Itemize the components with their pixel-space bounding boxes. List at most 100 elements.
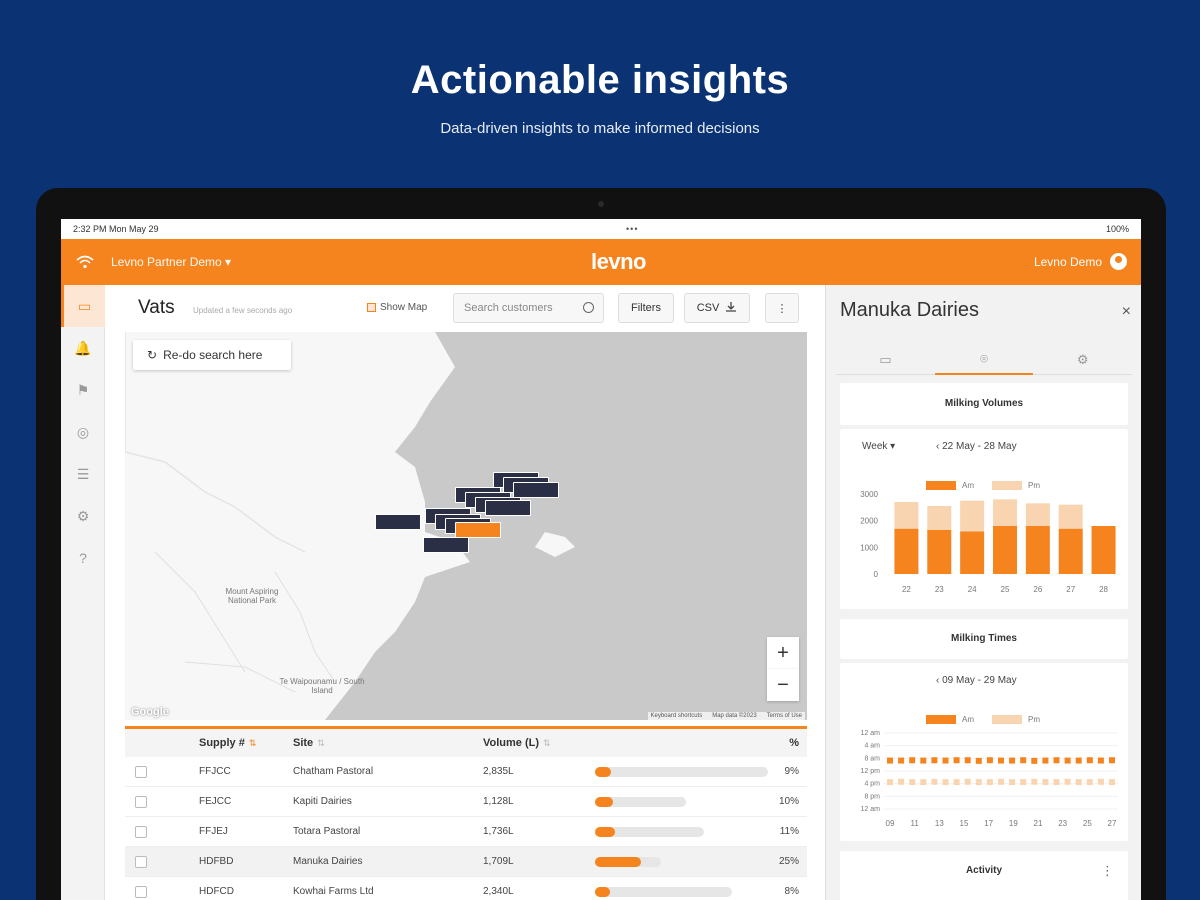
x-tick-label: 26 [1033, 585, 1042, 594]
user-menu[interactable]: Levno Demo [1034, 253, 1127, 270]
sidebar-item-list[interactable]: ☰ [61, 453, 105, 495]
time-point-am [1064, 757, 1071, 764]
x-tick-label: 25 [1001, 585, 1010, 594]
time-point-pm [909, 779, 916, 786]
tab-settings[interactable]: ⚙ [1033, 345, 1133, 375]
map-marker[interactable] [455, 522, 501, 538]
close-icon[interactable]: × [1122, 303, 1131, 321]
time-point-am [1109, 757, 1115, 764]
volume-bar-fill [595, 826, 615, 837]
search-input[interactable]: Search customers [453, 293, 604, 323]
x-tick-label: 27 [1066, 585, 1075, 594]
settings-tab-icon: ⚙ [1076, 351, 1089, 367]
sidebar-item-flag[interactable]: ⚑ [61, 369, 105, 411]
terms-link[interactable]: Terms of Use [767, 713, 802, 719]
table-row[interactable]: HDFBD Manuka Dairies 1,709L 25% [125, 847, 807, 877]
time-point-am [964, 757, 971, 764]
table-row[interactable]: HDFCD Kowhai Farms Ltd 2,340L 8% [125, 877, 807, 900]
supply-cell: FFJEJ [199, 826, 228, 837]
keyboard-shortcuts-link[interactable]: Keyboard shortcuts [651, 713, 703, 719]
vat-tab-icon: ▭ [879, 351, 892, 367]
sidebar-item-help[interactable]: ? [61, 537, 105, 579]
table-body: FFJCC Chatham Pastoral 2,835L 9% FEJCC K… [125, 757, 807, 900]
time-point-am [998, 757, 1004, 764]
volumes-chart: 3000 2000 1000 0 22 23 24 25 26 27 28 [860, 490, 1116, 594]
status-time: 2:32 PM Mon May 29 [73, 224, 159, 234]
time-point-pm [920, 779, 927, 786]
map-marker[interactable] [375, 514, 421, 530]
map-marker[interactable] [513, 482, 559, 498]
x-tick-label: 28 [1099, 585, 1108, 594]
volumes-title: Milking Volumes [944, 398, 1024, 409]
bar-pm [960, 500, 985, 532]
help-icon: ? [79, 550, 87, 566]
table-header: Supply # ⇅ Site ⇅ Volume (L) ⇅ % [125, 729, 807, 757]
row-checkbox[interactable] [135, 795, 147, 808]
x-tick-label: 19 [1009, 819, 1018, 828]
download-icon [725, 301, 737, 316]
y-tick-label: 1000 [860, 543, 878, 552]
time-point-am [942, 757, 949, 764]
sidebar-item-target[interactable]: ◎ [61, 411, 105, 453]
show-map-toggle[interactable]: Show Map [367, 302, 427, 313]
x-tick-label: 23 [935, 585, 944, 594]
zoom-in-button[interactable]: + [767, 637, 799, 669]
row-checkbox[interactable] [135, 885, 147, 898]
map-marker[interactable] [423, 537, 469, 553]
site-cell: Totara Pastoral [293, 826, 361, 837]
tab-location[interactable]: ⌾ [934, 345, 1034, 375]
panel-title: Manuka Dairies [840, 299, 979, 321]
row-checkbox[interactable] [135, 825, 147, 838]
activity-more-button[interactable]: ⋮ [1101, 863, 1114, 879]
time-point-pm [986, 779, 993, 786]
x-tick-label: 15 [960, 819, 969, 828]
volumes-card: Week ▾ ‹ 22 May - 28 May Am Pm 3000 2000 1… [840, 429, 1128, 609]
sidebar-item-settings[interactable]: ⚙ [61, 495, 105, 537]
multitask-dots[interactable]: ••• [626, 224, 638, 234]
settings-icon: ⚙ [76, 507, 90, 524]
time-point-am [1042, 757, 1049, 764]
pct-cell: 9% [784, 766, 799, 777]
csv-button[interactable]: CSV [684, 293, 750, 323]
more-options-button[interactable]: ⋮ [765, 293, 799, 323]
time-point-am [898, 757, 905, 764]
time-point-am [909, 757, 916, 764]
table-row[interactable]: FFJCC Chatham Pastoral 2,835L 9% [125, 757, 807, 787]
filters-button[interactable]: Filters [618, 293, 674, 323]
zoom-out-button[interactable]: − [767, 669, 799, 701]
col-supply[interactable]: Supply # ⇅ [199, 737, 256, 749]
hero-title: Actionable insights [410, 58, 790, 102]
bar-am [960, 531, 985, 574]
time-point-pm [942, 779, 949, 786]
time-point-pm [953, 779, 960, 786]
x-tick-label: 27 [1108, 819, 1117, 828]
tab-vat[interactable]: ▭ [836, 345, 935, 375]
table-row[interactable]: FEJCC Kapiti Dairies 1,128L 10% [125, 787, 807, 817]
sidebar-item-bell[interactable]: 🔔 [61, 327, 105, 369]
row-checkbox[interactable] [135, 765, 147, 778]
show-map-checkbox[interactable] [367, 303, 376, 312]
refresh-icon: ↻ [147, 348, 158, 362]
account-switcher[interactable]: Levno Partner Demo ▾ [111, 255, 231, 269]
redo-search-button[interactable]: ↻ Re-do search here [133, 340, 291, 370]
vats-toolbar: Vats Updated a few seconds ago Show Map … [105, 285, 825, 331]
map-footer: Keyboard shortcuts Map data ©2023 Terms … [647, 712, 805, 720]
hero-subtitle: Data-driven insights to make informed de… [440, 120, 760, 137]
volume-bar-fill [595, 766, 611, 777]
vats-table: Supply # ⇅ Site ⇅ Volume (L) ⇅ % FFJCC Chat… [125, 726, 807, 900]
map-view[interactable]: ↻ Re-do search here Mount Aspiring Natio… [125, 332, 807, 720]
app-topbar: Levno Partner Demo ▾ levno Levno Demo [61, 239, 1141, 285]
volume-cell: 1,709L [483, 856, 514, 867]
time-point-am [887, 757, 893, 764]
time-point-pm [1075, 779, 1082, 786]
time-point-pm [931, 778, 938, 785]
sidebar-item-vat[interactable]: ▭ [61, 285, 105, 327]
col-pct[interactable]: % [789, 737, 799, 749]
table-row[interactable]: FFJEJ Totara Pastoral 1,736L 11% [125, 817, 807, 847]
col-site[interactable]: Site ⇅ [293, 737, 325, 749]
time-point-pm [1031, 778, 1038, 785]
col-volume[interactable]: Volume (L) ⇅ [483, 737, 551, 749]
map-marker[interactable] [485, 500, 531, 516]
time-point-pm [998, 778, 1004, 785]
row-checkbox[interactable] [135, 855, 147, 868]
